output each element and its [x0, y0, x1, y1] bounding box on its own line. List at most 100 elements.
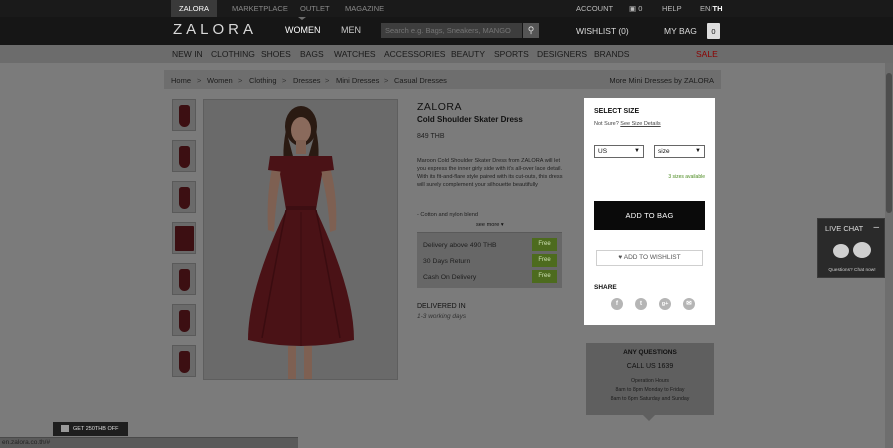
promo-text: GET 250THB OFF	[73, 426, 119, 432]
free-badge: Free	[532, 238, 557, 251]
product-name: Cold Shoulder Skater Dress	[417, 115, 523, 124]
bag-count: 0	[711, 27, 716, 36]
not-sure-text: Not Sure? See Size Details	[594, 121, 661, 127]
more-mini-dresses-link[interactable]: More Mini Dresses by ZALORA	[609, 76, 714, 85]
crumb-mini-dresses[interactable]: Mini Dresses	[336, 76, 379, 85]
questions-box: ANY QUESTIONS CALL US 1639 Operation Hou…	[586, 343, 714, 415]
product-main-image[interactable]	[203, 99, 398, 380]
hours-weekend: 8am to 6pm Saturday and Sunday	[610, 396, 690, 402]
cat-beauty[interactable]: BEAUTY	[451, 49, 485, 59]
perk-cod: Cash On Delivery	[423, 274, 477, 281]
delivered-in-label: DELIVERED IN	[417, 303, 466, 310]
tab-outlet[interactable]: OUTLET	[292, 0, 338, 17]
help-link[interactable]: HELP	[662, 0, 682, 17]
promo-banner[interactable]: GET 250THB OFF	[53, 422, 128, 436]
scrollbar-thumb[interactable]	[886, 73, 892, 213]
cat-shoes[interactable]: SHOES	[261, 49, 291, 59]
size-region-select[interactable]: US ▼	[594, 145, 644, 158]
cat-clothing[interactable]: CLOTHING	[211, 49, 255, 59]
thumbnail[interactable]	[172, 181, 196, 213]
thumbnail[interactable]	[172, 304, 196, 336]
see-more-link[interactable]: see more ▾	[476, 222, 504, 228]
twitter-icon[interactable]: t	[635, 298, 647, 310]
crumb-home[interactable]: Home	[171, 76, 191, 85]
dropdown-arrow-icon: ▼	[695, 148, 701, 154]
size-value: size	[658, 148, 670, 155]
select-size-title: SELECT SIZE	[594, 108, 640, 115]
chat-bubble-icon	[833, 244, 849, 258]
live-chat-subtitle: Questions? Chat now!	[828, 268, 876, 273]
facebook-icon[interactable]: f	[611, 298, 623, 310]
tab-magazine[interactable]: MAGAZINE	[337, 0, 392, 17]
crumb-separator: >	[238, 76, 243, 85]
add-to-bag-button[interactable]: ADD TO BAG	[594, 201, 705, 230]
crumb-separator: >	[197, 76, 202, 85]
thumbnail[interactable]	[172, 222, 196, 254]
search-input[interactable]	[381, 23, 522, 38]
active-nav-caret	[298, 17, 306, 20]
size-select[interactable]: size ▼	[654, 145, 705, 158]
lang-th[interactable]: TH	[713, 4, 723, 13]
browser-status-bar: en.zalora.co.th/#	[0, 437, 298, 448]
chat-bubble-icon	[853, 242, 871, 258]
lang-en[interactable]: EN	[700, 4, 710, 13]
cat-accessories[interactable]: ACCESSORIES	[384, 49, 445, 59]
size-panel: SELECT SIZE Not Sure? See Size Details U…	[584, 98, 715, 325]
gift-icon	[61, 425, 69, 433]
email-icon[interactable]: ✉	[683, 298, 695, 310]
thumbnail[interactable]	[172, 345, 196, 377]
cat-brands[interactable]: BRANDS	[594, 49, 629, 59]
add-to-wishlist-button[interactable]: ♥ ADD TO WISHLIST	[596, 250, 703, 266]
category-bar: NEW IN CLOTHING SHOES BAGS WATCHES ACCES…	[0, 45, 893, 63]
delivered-days: 1-3 working days	[417, 313, 467, 320]
breadcrumb: Home > Women > Clothing > Dresses > Mini…	[164, 70, 721, 89]
zalora-logo[interactable]: ZALORA	[173, 21, 257, 38]
crumb-casual-dresses[interactable]: Casual Dresses	[394, 76, 447, 85]
tab-zalora[interactable]: ZALORA	[171, 0, 218, 17]
perks-box: Delivery above 490 THB Free 30 Days Retu…	[417, 232, 562, 288]
cat-sale[interactable]: SALE	[696, 49, 718, 59]
dress-model-illustration	[248, 106, 354, 379]
cart-indicator[interactable]: ▣ 0	[629, 0, 642, 17]
product-price: 849 THB	[417, 133, 445, 140]
search-icon: ⚲	[527, 25, 535, 35]
top-strip: ZALORA MARKETPLACE OUTLET MAGAZINE ACCOU…	[0, 0, 893, 17]
minimize-icon[interactable]: –	[873, 222, 879, 233]
crumb-dresses[interactable]: Dresses	[293, 76, 321, 85]
share-label: SHARE	[594, 284, 617, 291]
product-bullet: - Cotton and nylon blend	[417, 212, 478, 218]
crumb-women[interactable]: Women	[207, 76, 233, 85]
call-us: CALL US 1639	[626, 363, 674, 370]
google-plus-icon[interactable]: g+	[659, 298, 671, 310]
language-switch: EN/TH	[700, 0, 723, 17]
thumbnail[interactable]	[172, 263, 196, 295]
free-badge: Free	[532, 270, 557, 283]
thumbnail[interactable]	[172, 140, 196, 172]
crumb-separator: >	[325, 76, 330, 85]
questions-pointer	[643, 415, 655, 421]
tab-marketplace[interactable]: MARKETPLACE	[224, 0, 296, 17]
cat-watches[interactable]: WATCHES	[334, 49, 376, 59]
main-header: ZALORA WOMEN MEN ⚲ WISHLIST (0) MY BAG 0	[0, 17, 893, 45]
size-details-link[interactable]: See Size Details	[620, 121, 660, 127]
product-brand[interactable]: ZALORA	[417, 101, 462, 113]
cat-bags[interactable]: BAGS	[300, 49, 324, 59]
live-chat-widget[interactable]: LIVE CHAT – Questions? Chat now!	[817, 218, 885, 278]
account-link[interactable]: ACCOUNT	[576, 0, 613, 17]
crumb-separator: >	[384, 76, 389, 85]
crumb-clothing[interactable]: Clothing	[249, 76, 277, 85]
cat-new-in[interactable]: NEW IN	[172, 49, 203, 59]
bag-icon[interactable]: 0	[707, 23, 720, 39]
thumbnail[interactable]	[172, 99, 196, 131]
nav-women[interactable]: WOMEN	[285, 25, 321, 35]
cat-designers[interactable]: DESIGNERS	[537, 49, 587, 59]
perk-return: 30 Days Return	[423, 258, 471, 265]
cat-sports[interactable]: SPORTS	[494, 49, 529, 59]
hours-weekday: 8am to 8pm Monday to Friday	[615, 387, 685, 393]
search-button[interactable]: ⚲	[523, 23, 539, 38]
mybag-link[interactable]: MY BAG	[664, 26, 697, 36]
nav-men[interactable]: MEN	[341, 25, 361, 35]
size-region-value: US	[598, 148, 608, 155]
wishlist-link[interactable]: WISHLIST (0)	[576, 26, 629, 36]
page-scrollbar[interactable]	[885, 63, 893, 448]
